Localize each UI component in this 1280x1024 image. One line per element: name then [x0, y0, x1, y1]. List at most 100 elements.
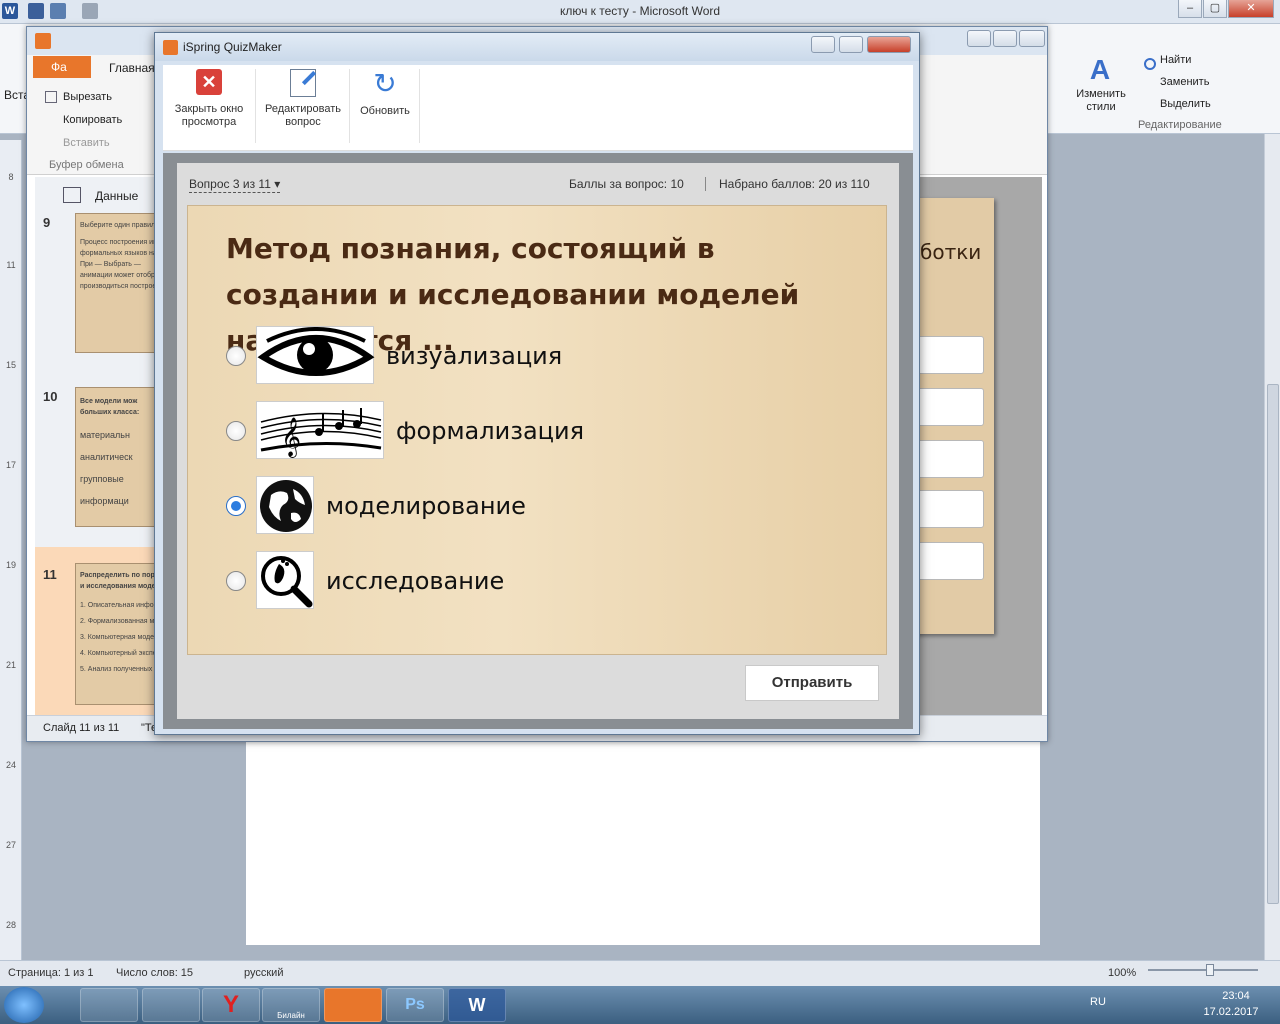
answer-option-selected[interactable]: моделирование [226, 476, 866, 536]
zoom-level[interactable]: 100% [1108, 967, 1136, 979]
radio-button[interactable] [226, 346, 246, 366]
edit-question-button[interactable]: Редактировать вопрос [259, 69, 347, 147]
file-tab[interactable]: Фа [33, 56, 91, 78]
quiz-window-title: iSpring QuizMaker [183, 40, 282, 54]
slot [914, 490, 984, 528]
scrollbar-thumb[interactable] [1267, 384, 1279, 904]
quiz-minimize-button[interactable] [811, 36, 835, 53]
quiz-preview-window: iSpring QuizMaker ✕ Закрыть окно просмот… [154, 32, 920, 735]
close-preview-label: Закрыть окно просмотра [174, 103, 244, 128]
points-per-question: Баллы за вопрос: 10 [569, 177, 684, 191]
thumbnail-number: 9 [43, 215, 51, 230]
close-button[interactable]: ✕ [1228, 0, 1274, 18]
vertical-ruler: 8 11 15 17 19 21 24 27 28 [0, 140, 22, 960]
styles-icon[interactable]: A [1082, 54, 1118, 85]
yandex-taskbar-icon[interactable]: Y [202, 988, 260, 1022]
paste-button[interactable]: Вставить [63, 137, 110, 149]
maximize-button[interactable]: ▢ [1203, 0, 1227, 18]
home-tab[interactable]: Главная [109, 61, 155, 75]
copy-button[interactable]: Копировать [63, 114, 122, 126]
question-slide: Метод познания, состоящий в создании и и… [187, 205, 887, 655]
answer-option[interactable]: визуализация [226, 326, 866, 386]
close-preview-button[interactable]: ✕ Закрыть окно просмотра [167, 69, 251, 147]
minimize-button[interactable]: – [1178, 0, 1202, 18]
slot [914, 542, 984, 580]
option-label: визуализация [386, 342, 563, 370]
taskbar: Y Билайн Ps W RU 23:04 17.02.2017 [0, 986, 1280, 1024]
svg-text:𝄞: 𝄞 [281, 417, 301, 458]
quiz-frame: Вопрос 3 из 11 ▾ Баллы за вопрос: 10 Наб… [163, 153, 913, 729]
ispring-taskbar-icon[interactable] [324, 988, 382, 1022]
radio-button[interactable] [226, 571, 246, 591]
close-preview-icon: ✕ [196, 69, 222, 95]
quiz-maximize-button[interactable] [839, 36, 863, 53]
refresh-icon: ↻ [373, 68, 397, 99]
change-styles-button[interactable]: Изменить стили [1070, 88, 1132, 114]
globe-icon [256, 476, 314, 534]
option-label: исследование [326, 567, 505, 595]
option-label: моделирование [326, 492, 526, 520]
slide-text-fragment: ботки [920, 240, 982, 264]
score: Набрано баллов: 20 из 110 [719, 177, 870, 191]
language-indicator[interactable]: RU [1090, 996, 1106, 1008]
music-notes-icon: 𝄞 [256, 401, 384, 459]
photoshop-taskbar-icon[interactable]: Ps [386, 988, 444, 1022]
media-player-taskbar-icon[interactable] [142, 988, 200, 1022]
option-label: формализация [396, 417, 585, 445]
submit-button[interactable]: Отправить [745, 665, 879, 701]
window-title: ключ к тесту - Microsoft Word [559, 4, 721, 18]
data-icon [63, 187, 81, 203]
editor-maximize-button[interactable] [993, 30, 1017, 47]
data-tab[interactable]: Данные [95, 189, 138, 203]
clock-date[interactable]: 17.02.2017 [1196, 1006, 1266, 1018]
ispring-logo-icon [35, 33, 51, 49]
clipboard-group-label: Буфер обмена [49, 159, 124, 171]
quiz-player: Вопрос 3 из 11 ▾ Баллы за вопрос: 10 Наб… [177, 163, 899, 719]
page-count[interactable]: Страница: 1 из 1 [8, 967, 94, 979]
word-taskbar-icon[interactable]: W [448, 988, 506, 1022]
refresh-label: Обновить [360, 105, 410, 117]
magnifier-footprint-icon [256, 551, 314, 609]
quiz-close-button[interactable] [867, 36, 911, 53]
slot [914, 388, 984, 426]
language[interactable]: русский [244, 967, 283, 979]
vertical-scrollbar[interactable] [1264, 134, 1280, 960]
zoom-slider[interactable] [1148, 969, 1258, 971]
quiz-titlebar: iSpring QuizMaker [155, 33, 919, 61]
toolbar-divider [419, 69, 420, 143]
editor-close-button[interactable] [1019, 30, 1045, 47]
toolbar-divider [255, 69, 256, 143]
word-titlebar: W ключ к тесту - Microsoft Word – ▢ ✕ [0, 0, 1280, 24]
word-count[interactable]: Число слов: 15 [116, 967, 193, 979]
cut-icon [45, 91, 57, 103]
question-nav-label: Вопрос 3 из 11 [189, 177, 271, 191]
clock-time[interactable]: 23:04 [1206, 990, 1266, 1002]
radio-button[interactable] [226, 421, 246, 441]
select-button[interactable]: Выделить [1160, 98, 1211, 110]
beeline-label: Билайн [277, 1011, 305, 1020]
thumbnail-number: 10 [43, 389, 58, 404]
refresh-button[interactable]: ↻ Обновить [353, 69, 417, 147]
slot [914, 336, 984, 374]
question-nav-dropdown[interactable]: Вопрос 3 из 11 ▾ [189, 177, 281, 193]
edit-question-icon [290, 69, 317, 97]
header-divider [705, 177, 706, 191]
quiz-toolbar: ✕ Закрыть окно просмотра Редактировать в… [163, 65, 913, 151]
edit-question-label: Редактировать вопрос [265, 103, 341, 128]
explorer-taskbar-icon[interactable] [80, 988, 138, 1022]
answer-option[interactable]: 𝄞 формализация [226, 401, 866, 461]
start-button[interactable] [4, 987, 44, 1023]
quiz-header: Вопрос 3 из 11 ▾ Баллы за вопрос: 10 Наб… [189, 177, 889, 197]
slot [914, 440, 984, 478]
answer-option[interactable]: исследование [226, 551, 866, 611]
editor-minimize-button[interactable] [967, 30, 991, 47]
ispring-logo-icon [163, 40, 178, 55]
replace-button[interactable]: Заменить [1160, 76, 1209, 88]
editing-group-label: Редактирование [1138, 119, 1222, 131]
cut-button[interactable]: Вырезать [63, 91, 112, 103]
eye-icon [256, 326, 375, 384]
beeline-taskbar-icon[interactable]: Билайн [262, 988, 320, 1022]
find-button[interactable]: Найти [1160, 54, 1191, 66]
radio-button-selected[interactable] [226, 496, 246, 516]
zoom-slider-handle[interactable] [1206, 964, 1214, 976]
